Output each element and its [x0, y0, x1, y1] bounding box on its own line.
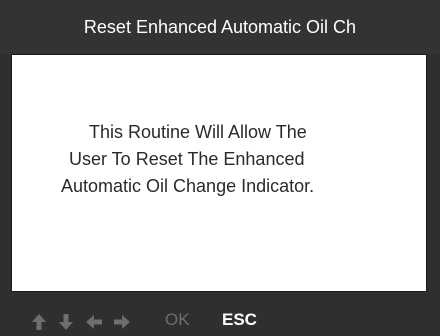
message-panel: This Routine Will Allow The User To Rese…: [11, 54, 427, 292]
message-line-1: This Routine Will Allow The: [89, 122, 307, 142]
title-bar: Reset Enhanced Automatic Oil Ch: [0, 0, 440, 54]
button-bar: OK ESC: [0, 304, 440, 336]
down-arrow-icon: [57, 313, 75, 331]
message-line-2: User To Reset The Enhanced: [69, 149, 305, 169]
page-title: Reset Enhanced Automatic Oil Ch: [83, 17, 357, 37]
message-line-3: Automatic Oil Change Indicator.: [61, 176, 315, 196]
esc-button[interactable]: ESC: [222, 310, 257, 330]
ok-button: OK: [165, 310, 190, 329]
up-arrow-icon: [30, 313, 48, 331]
left-arrow-icon: [85, 313, 103, 331]
device-screen: Reset Enhanced Automatic Oil Ch This Rou…: [0, 0, 440, 336]
right-arrow-icon: [113, 313, 131, 331]
message-text: This Routine Will Allow The User To Rese…: [12, 119, 426, 200]
